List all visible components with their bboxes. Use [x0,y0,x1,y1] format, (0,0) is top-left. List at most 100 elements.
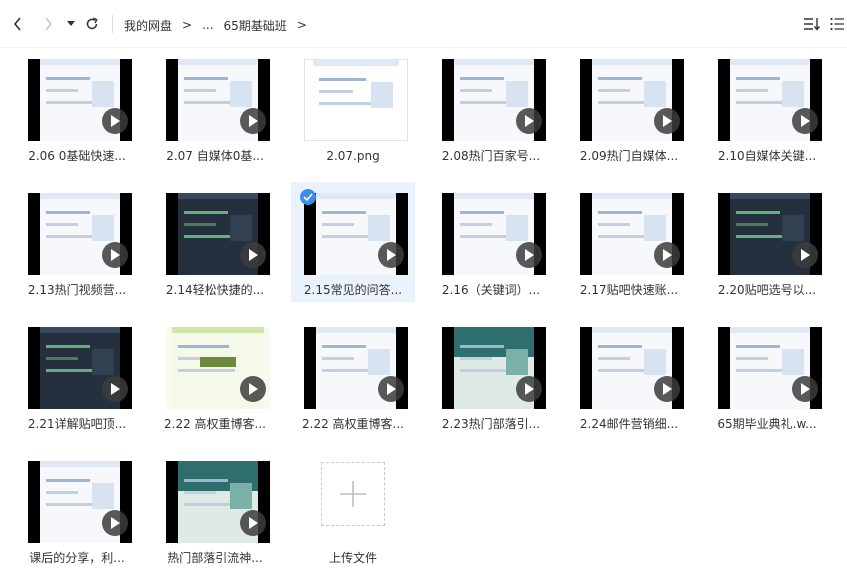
play-icon[interactable] [102,376,128,402]
file-name: 2.06 0基础快速... [28,149,126,163]
breadcrumb-separator: > [296,18,307,32]
chevron-left-icon [13,17,21,31]
video-thumbnail [718,59,822,141]
play-icon[interactable] [102,510,128,536]
file-name: 2.13热门视频营... [27,283,127,297]
file-name: 课后的分享，利... [29,551,125,565]
upload-dropzone[interactable] [321,462,385,526]
play-icon[interactable] [792,376,818,402]
list-view-icon [830,17,844,31]
play-icon[interactable] [654,376,680,402]
file-item[interactable]: 课后的分享，利... [15,450,139,570]
play-icon[interactable] [240,108,266,134]
play-icon[interactable] [792,242,818,268]
file-item[interactable]: 2.22 高权重博客... [291,316,415,436]
file-name: 2.15常见的问答... [303,283,403,297]
back-button[interactable] [8,13,28,35]
sort-button[interactable] [801,13,823,35]
play-icon[interactable] [792,108,818,134]
breadcrumb: 我的网盘 > ... 65期基础班 > [124,15,317,35]
refresh-icon [86,17,98,30]
file-item[interactable]: 2.07 自媒体0基... [153,48,277,168]
video-thumbnail [442,59,546,141]
file-name: 2.22 高权重博客... [164,417,266,431]
video-thumbnail [28,193,132,275]
file-name: 2.17贴吧快速账... [579,283,679,297]
refresh-button[interactable] [82,13,102,35]
file-grid: 2.06 0基础快速... 2.07 自媒体0基... 2.07.png 2.08热门… [0,48,847,565]
play-icon[interactable] [654,108,680,134]
file-name: 2.22 高权重博客... [302,417,404,431]
video-thumbnail [166,327,270,409]
toolbar: 我的网盘 > ... 65期基础班 > [0,0,847,48]
file-item[interactable]: 2.10自媒体关键... [705,48,829,168]
play-icon[interactable] [240,510,266,536]
file-name: 2.07 自媒体0基... [166,149,264,163]
file-name: 2.14轻松快捷的... [165,283,265,297]
file-item[interactable]: 2.09热门自媒体... [567,48,691,168]
video-thumbnail [304,193,408,275]
video-thumbnail [442,193,546,275]
breadcrumb-root[interactable]: 我的网盘 [124,17,172,34]
play-icon[interactable] [240,242,266,268]
play-icon[interactable] [102,242,128,268]
video-thumbnail [166,461,270,543]
plus-icon [340,481,366,507]
file-name: 65期毕业典礼.w... [717,417,817,431]
file-name: 2.24邮件营销细... [579,417,679,431]
file-item[interactable]: 2.14轻松快捷的... [153,182,277,302]
history-dropdown-button[interactable] [64,13,78,35]
breadcrumb-separator: > [182,18,193,32]
file-name: 2.08热门百家号... [441,149,541,163]
forward-button[interactable] [38,13,58,35]
file-item[interactable]: 2.07.png [291,48,415,168]
upload-file-button[interactable]: 上传文件 [291,450,415,570]
video-thumbnail [28,59,132,141]
video-thumbnail [28,461,132,543]
file-item[interactable]: 2.23热门部落引... [429,316,553,436]
play-icon[interactable] [516,242,542,268]
file-item[interactable]: 2.24邮件营销细... [567,316,691,436]
breadcrumb-current[interactable]: 65期基础班 [224,17,287,34]
image-thumbnail [304,59,408,141]
play-icon[interactable] [654,242,680,268]
play-icon[interactable] [378,242,404,268]
file-item[interactable]: 65期毕业典礼.w... [705,316,829,436]
play-icon[interactable] [102,108,128,134]
play-icon[interactable] [240,376,266,402]
breadcrumb-ellipsis[interactable]: ... [202,18,213,32]
file-name: 2.07.png [326,149,380,163]
play-icon[interactable] [378,376,404,402]
view-mode-button[interactable] [829,13,845,35]
video-thumbnail [580,59,684,141]
file-item[interactable]: 2.13热门视频营... [15,182,139,302]
chevron-right-icon [45,17,53,31]
checkbox-checked-icon[interactable] [300,189,316,205]
upload-label: 上传文件 [328,551,377,565]
play-icon[interactable] [516,108,542,134]
file-item[interactable]: 2.16（关键词）... [429,182,553,302]
file-name: 2.21详解贴吧顶... [27,417,127,431]
caret-down-icon [67,21,75,26]
file-item[interactable]: 2.21详解贴吧顶... [15,316,139,436]
video-thumbnail [580,193,684,275]
toolbar-divider [112,15,113,33]
file-name: 2.16（关键词）... [441,283,541,297]
file-item[interactable]: 2.22 高权重博客... [153,316,277,436]
video-thumbnail [580,327,684,409]
file-item[interactable]: 2.17贴吧快速账... [567,182,691,302]
file-item[interactable]: 热门部落引流神... [153,450,277,570]
thumbnail-preview [313,60,399,140]
video-thumbnail [166,59,270,141]
file-item[interactable]: 2.20贴吧选号以... [705,182,829,302]
video-thumbnail [166,193,270,275]
file-item[interactable]: 2.06 0基础快速... [15,48,139,168]
play-icon[interactable] [516,376,542,402]
file-name: 热门部落引流神... [167,551,263,565]
sort-icon [804,18,821,31]
video-thumbnail [304,327,408,409]
file-item[interactable]: 2.15常见的问答... [291,182,415,302]
file-item[interactable]: 2.08热门百家号... [429,48,553,168]
file-name: 2.20贴吧选号以... [717,283,817,297]
video-thumbnail [718,193,822,275]
